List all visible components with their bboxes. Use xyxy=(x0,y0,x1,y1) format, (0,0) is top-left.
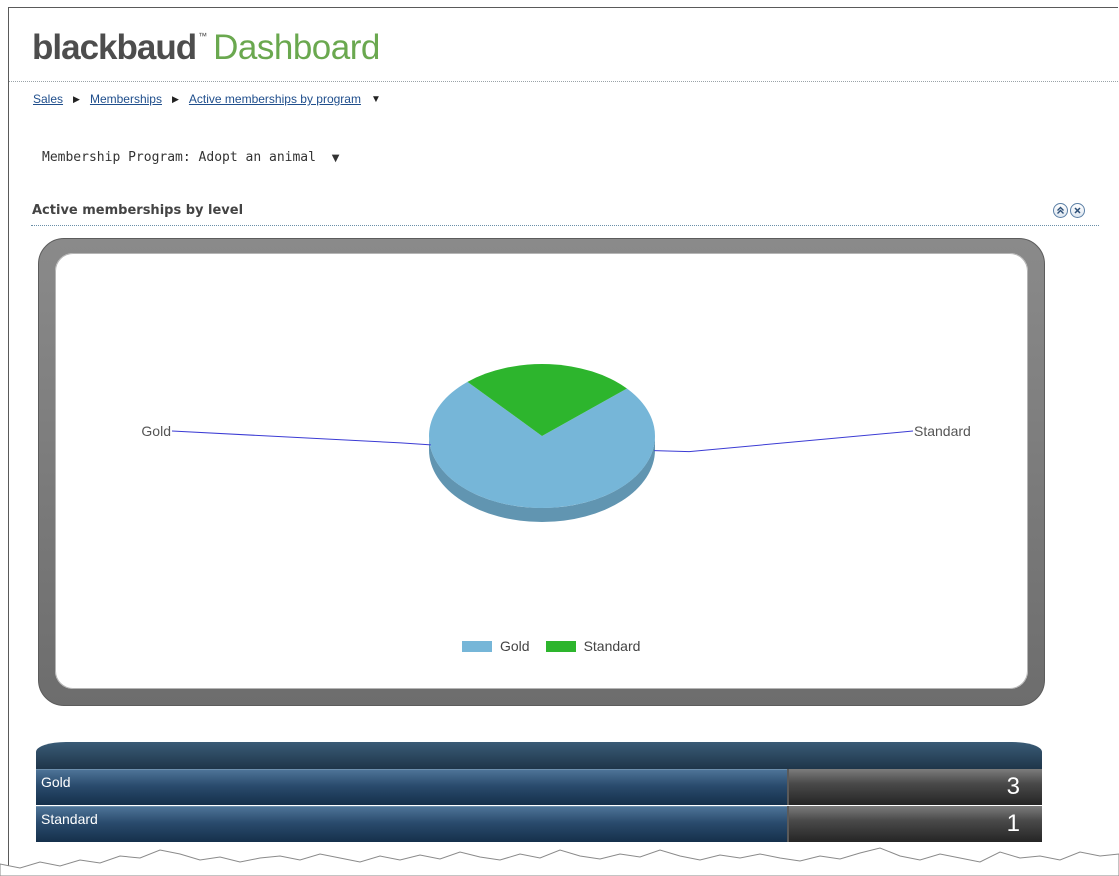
breadcrumb-link-memberships[interactable]: Memberships xyxy=(90,92,162,106)
pie-label-standard: Standard xyxy=(914,423,971,439)
membership-program-dropdown[interactable]: Membership Program: Adopt an animal ▼ xyxy=(42,150,339,165)
header-divider xyxy=(9,81,1118,82)
close-icon[interactable] xyxy=(1070,203,1085,218)
breadcrumb-link-sales[interactable]: Sales xyxy=(33,92,63,106)
torn-edge-decoration xyxy=(0,847,1119,876)
brand-trademark: ™ xyxy=(198,31,208,41)
legend-swatch-gold xyxy=(462,640,492,652)
chevron-right-icon: ▶ xyxy=(73,93,80,104)
breadcrumb-link-active-memberships[interactable]: Active memberships by program xyxy=(189,92,361,106)
grid-value-gold: 3 xyxy=(787,769,1042,805)
legend-item-standard: Standard xyxy=(545,638,641,654)
caret-down-icon[interactable]: ▼ xyxy=(332,153,340,164)
grid-label-standard: Standard xyxy=(36,806,787,842)
chart-panel: Gold Standard Gold Standard xyxy=(38,238,1045,706)
legend-label-standard: Standard xyxy=(583,638,641,654)
leader-line-gold xyxy=(171,430,431,446)
brand-name: blackbaud xyxy=(32,28,197,67)
pie-chart: Gold Standard xyxy=(141,364,971,522)
chart-legend: Gold Standard xyxy=(462,638,656,654)
filter-value: Adopt an animal xyxy=(198,150,316,165)
grid-header xyxy=(36,742,1042,770)
double-chevron-up-icon[interactable] xyxy=(1053,203,1068,218)
legend-swatch-standard xyxy=(545,640,576,652)
filter-label: Membership Program: xyxy=(42,150,191,165)
section-controls xyxy=(1053,203,1085,218)
chevron-right-icon: ▶ xyxy=(171,93,179,104)
pie-label-gold: Gold xyxy=(141,423,171,439)
grid-label-gold: Gold xyxy=(36,769,787,805)
breadcrumb: Sales ▶ Memberships ▶ Active memberships… xyxy=(33,92,381,106)
legend-item-gold: Gold xyxy=(462,638,530,654)
grid-row-standard: Standard 1 xyxy=(36,806,1042,842)
grid-value-standard: 1 xyxy=(787,806,1042,842)
leader-line-standard xyxy=(654,430,914,453)
legend-label-gold: Gold xyxy=(500,638,530,654)
chart-area: Gold Standard Gold Standard xyxy=(55,253,1028,689)
brand-logo: blackbaud ™ Dashboard xyxy=(32,28,380,68)
brand-product: Dashboard xyxy=(213,28,380,67)
grid-row-gold: Gold 3 xyxy=(36,769,1042,805)
caret-down-icon[interactable]: ▼ xyxy=(371,94,381,105)
section-divider xyxy=(31,225,1099,226)
section-title: Active memberships by level xyxy=(32,203,244,218)
